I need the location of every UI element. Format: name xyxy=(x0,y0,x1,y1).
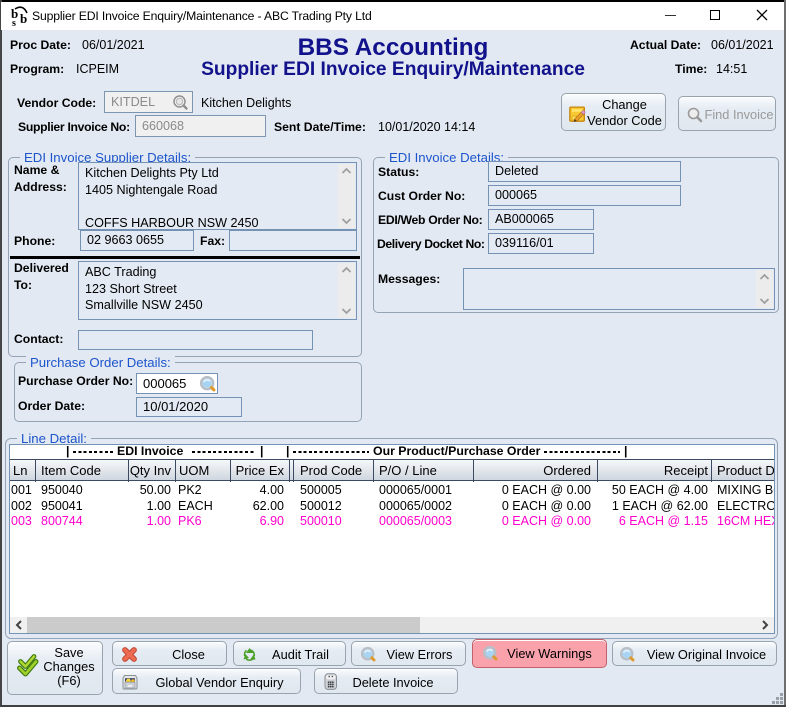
svg-text:b: b xyxy=(20,11,27,26)
svg-text:s: s xyxy=(12,18,16,27)
